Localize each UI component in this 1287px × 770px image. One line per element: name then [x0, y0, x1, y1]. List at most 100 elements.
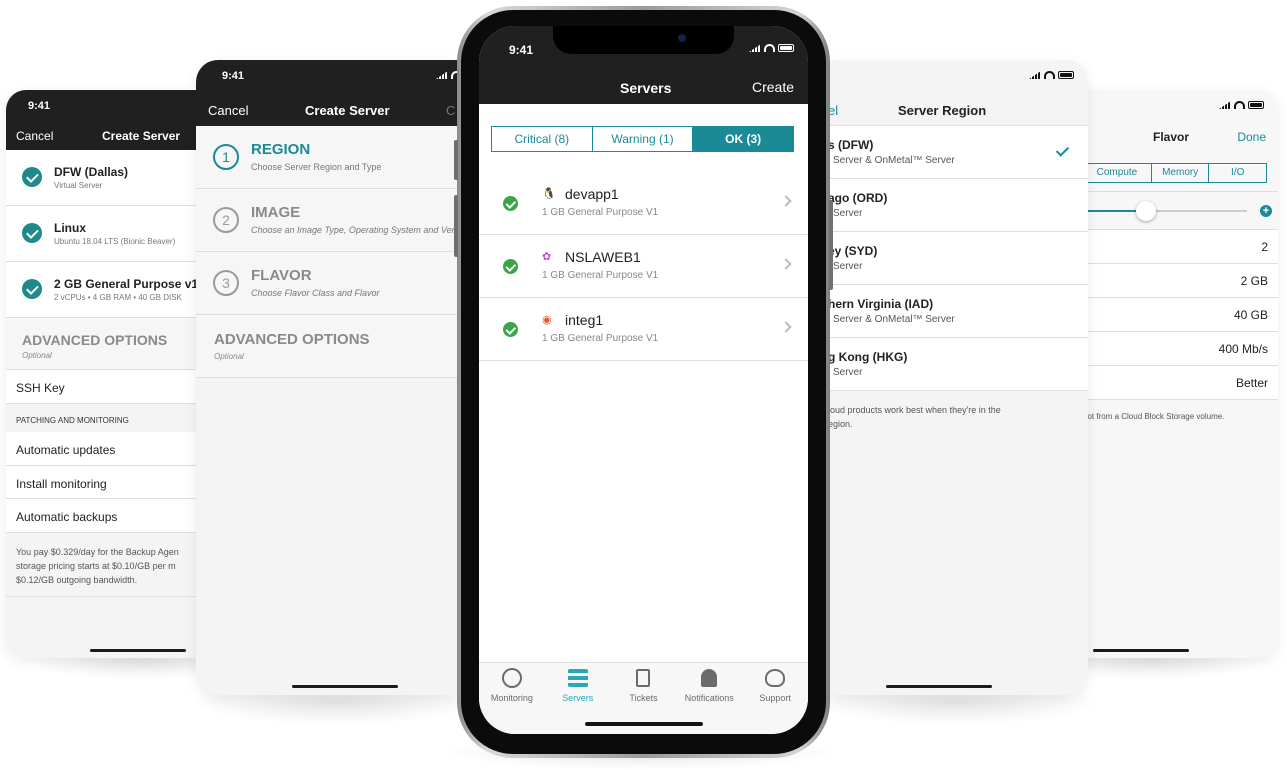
- home-indicator: [886, 685, 992, 688]
- server-row[interactable]: 🐧 devapp1 1 GB General Purpose V1: [479, 172, 808, 235]
- region-row[interactable]: ago (ORD) l Server: [826, 179, 1088, 232]
- signal-icon: [1219, 101, 1231, 109]
- plus-icon[interactable]: +: [1260, 205, 1272, 217]
- status-ok-icon: [503, 259, 518, 274]
- status-time: 9:41: [509, 43, 534, 57]
- region-subtitle: l Server & OnMetal™ Server: [828, 314, 955, 325]
- monitoring-icon: [501, 668, 522, 688]
- flavor-spec-row: 2 GB: [1083, 264, 1278, 298]
- step-row[interactable]: 1 REGION Choose Server Region and Type: [196, 126, 458, 189]
- filter-tab[interactable]: Warning (1): [592, 127, 694, 151]
- server-row[interactable]: ◉ integ1 1 GB General Purpose V1: [479, 298, 808, 361]
- create-button-partial[interactable]: C: [446, 103, 455, 118]
- headset-icon: [765, 669, 786, 687]
- server-row[interactable]: ✿ NSLAWEB1 1 GB General Purpose V1: [479, 235, 808, 298]
- tab-monitoring[interactable]: Monitoring: [479, 663, 545, 711]
- nav-bar: 9:41 Cancel Create Server C: [196, 60, 458, 126]
- backup-pricing-note: You pay $0.329/day for the Backup Agen s…: [6, 533, 200, 597]
- row-subtitle: Virtual Server: [54, 181, 103, 190]
- flavor-slider[interactable]: +: [1083, 192, 1278, 230]
- tab-support[interactable]: Support: [742, 663, 808, 711]
- tickets-icon: [636, 669, 651, 687]
- summary-row[interactable]: 2 GB General Purpose v1 2 vCPUs • 4 GB RA…: [6, 262, 200, 318]
- region-row[interactable]: g Kong (HKG) l Server: [826, 338, 1088, 391]
- nav-title: Servers: [620, 80, 672, 96]
- advanced-options-section[interactable]: ADVANCED OPTIONS Optional: [196, 315, 458, 378]
- step-row[interactable]: 3 FLAVOR Choose Flavor Class and Flavor: [196, 252, 458, 315]
- tab-servers[interactable]: Servers: [545, 663, 611, 711]
- slider-thumb[interactable]: [1136, 201, 1156, 221]
- row-title: 2 GB General Purpose v1: [54, 277, 199, 291]
- status-icons: [749, 44, 794, 52]
- server-flavor: 1 GB General Purpose V1: [542, 207, 659, 218]
- status-time: 9:41: [222, 70, 245, 82]
- nav-bar: el Server Region: [826, 60, 1088, 126]
- install-monitoring-row[interactable]: Install monitoring: [6, 466, 200, 499]
- note-text: oot from a Cloud Block Storage volume.: [1083, 412, 1225, 421]
- row-title: Linux: [54, 221, 86, 235]
- step-title: IMAGE: [251, 204, 301, 221]
- device-notch: [553, 26, 734, 54]
- step-title: REGION: [251, 141, 311, 158]
- wifi-icon: [764, 44, 775, 52]
- status-ok-icon: [503, 322, 518, 337]
- step-number-icon: 1: [213, 144, 239, 170]
- advanced-options-subtitle: Optional: [214, 352, 244, 361]
- region-subtitle: l Server & OnMetal™ Server: [828, 155, 955, 166]
- nav-title: Server Region: [898, 103, 987, 118]
- step-row[interactable]: 2 IMAGE Choose an Image Type, Operating Sy…: [196, 189, 458, 252]
- region-subtitle: l Server: [828, 367, 863, 378]
- chevron-right-icon: [780, 321, 792, 333]
- done-button[interactable]: Done: [1237, 130, 1266, 144]
- step-number-icon: 2: [213, 207, 239, 233]
- battery-icon: [1248, 101, 1264, 109]
- region-title: hern Virginia (IAD): [828, 297, 934, 311]
- tab-tickets[interactable]: Tickets: [611, 663, 677, 711]
- region-row[interactable]: hern Virginia (IAD) l Server & OnMetal™ S…: [826, 285, 1088, 338]
- chevron-right-icon: [780, 258, 792, 270]
- phone-server-region: el Server Region s (DFW) l Server & OnMet…: [826, 60, 1088, 695]
- row-subtitle: Ubuntu 18.04 LTS (Bionic Beaver): [54, 237, 176, 246]
- flavor-spec-row: 400 Mb/s: [1083, 332, 1278, 366]
- nav-bar: 9:41 Cancel Create Server: [6, 90, 200, 150]
- wifi-icon: [1234, 101, 1245, 109]
- phone-create-server-steps: 9:41 Cancel Create Server C 1 REGION Choos…: [196, 60, 458, 695]
- ubuntu-icon: ◉: [542, 313, 552, 326]
- segment-memory[interactable]: Memory: [1152, 164, 1210, 182]
- summary-row[interactable]: DFW (Dallas) Virtual Server: [6, 150, 200, 206]
- flavor-class-segment: Compute Memory I/O: [1083, 150, 1278, 192]
- segment-compute[interactable]: Compute: [1083, 164, 1152, 182]
- create-button[interactable]: Create: [752, 79, 794, 95]
- spec-value: 400 Mb/s: [1218, 342, 1268, 356]
- ssh-key-row[interactable]: SSH Key: [6, 370, 200, 404]
- automatic-backups-label: Automatic backups: [16, 510, 118, 524]
- region-row[interactable]: ey (SYD) l Server: [826, 232, 1088, 285]
- region-title: g Kong (HKG): [828, 350, 908, 364]
- summary-row[interactable]: Linux Ubuntu 18.04 LTS (Bionic Beaver): [6, 206, 200, 262]
- advanced-options-title: ADVANCED OPTIONS: [22, 332, 168, 348]
- home-indicator: [292, 685, 398, 688]
- battery-icon: [1058, 71, 1074, 79]
- patching-header-label: PATCHING AND MONITORING: [16, 416, 129, 425]
- side-button: [454, 195, 458, 257]
- nav-bar: 9:41 Servers Create: [479, 26, 808, 104]
- bell-icon: [701, 669, 718, 687]
- filter-tab[interactable]: OK (3): [693, 127, 794, 151]
- cancel-button[interactable]: Cancel: [208, 103, 248, 118]
- automatic-backups-row[interactable]: Automatic backups: [6, 499, 200, 533]
- spec-value: 2 GB: [1240, 274, 1268, 288]
- note-line: $0.12/GB outgoing bandwidth.: [16, 575, 138, 585]
- spec-value: Better: [1235, 376, 1268, 390]
- app-screens-composite: 9:41 Cancel Create Server DFW (Dallas) Vi…: [0, 0, 1287, 770]
- tab-notifications[interactable]: Notifications: [676, 663, 742, 711]
- region-row[interactable]: s (DFW) l Server & OnMetal™ Server: [826, 126, 1088, 179]
- filter-tab[interactable]: Critical (8): [492, 127, 593, 151]
- segment-io[interactable]: I/O: [1209, 164, 1266, 182]
- region-note: loud products work best when they're in …: [826, 391, 1088, 441]
- tab-label: Monitoring: [490, 693, 533, 703]
- phone-create-server-summary: 9:41 Cancel Create Server DFW (Dallas) Vi…: [6, 90, 200, 658]
- cancel-button[interactable]: Cancel: [16, 129, 53, 143]
- nav-title: Create Server: [305, 103, 390, 118]
- automatic-updates-row[interactable]: Automatic updates: [6, 432, 200, 466]
- home-indicator: [1093, 649, 1189, 652]
